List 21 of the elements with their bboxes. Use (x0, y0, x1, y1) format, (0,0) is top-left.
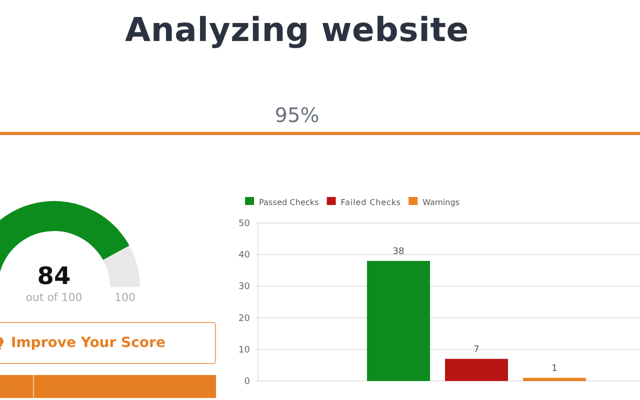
data-label: 1 (552, 364, 558, 374)
axis-tick-label: 10 (238, 345, 250, 356)
gauge-track (103, 246, 140, 287)
gauge-max-label: 100 (114, 291, 136, 302)
data-label: 38 (392, 246, 404, 257)
score-value: 84 (37, 262, 71, 290)
axis-tick-label: 20 (238, 314, 250, 324)
chart-bar (523, 378, 586, 381)
legend-label: Failed Checks (340, 198, 401, 207)
legend-label: Warnings (422, 198, 460, 207)
legend-label: Passed Checks (259, 198, 319, 207)
progress-percentage: 95% (274, 103, 320, 127)
score-caption: out of 100 (26, 291, 82, 302)
axis-tick-label: 50 (238, 219, 250, 229)
improve-score-button[interactable]: Improve Your Score (0, 322, 216, 364)
chart-bar (445, 358, 508, 381)
page-title: Analyzing website (125, 10, 469, 50)
data-label: 7 (474, 344, 480, 355)
axis-tick-label: 30 (238, 282, 250, 292)
axis-tick-label: 0 (244, 377, 250, 387)
axis-tick-label: 40 (238, 250, 250, 261)
